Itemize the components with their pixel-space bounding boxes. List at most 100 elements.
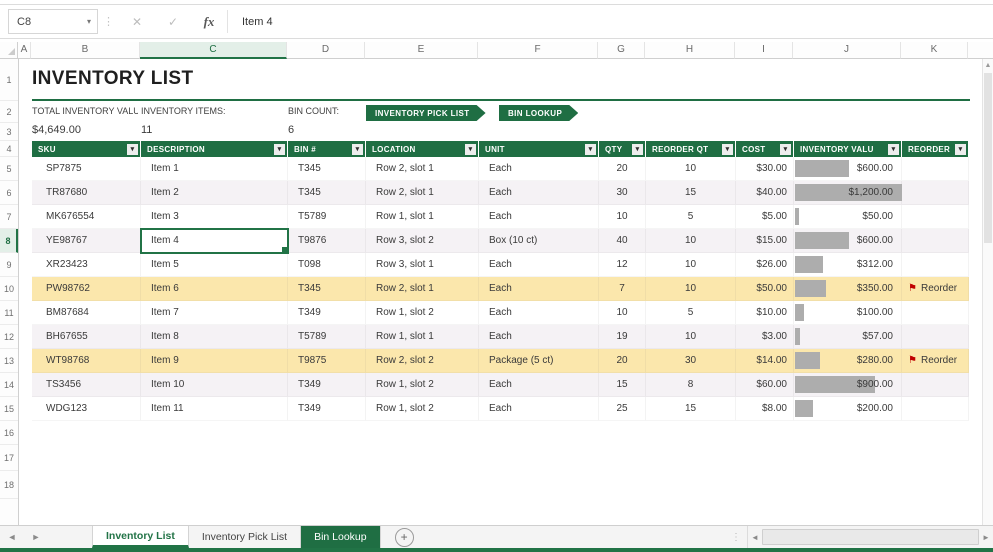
cell-reorder[interactable]	[902, 253, 969, 277]
sheet-tab-inventory-list[interactable]: Inventory List	[92, 526, 189, 548]
cell-qty[interactable]: 15	[599, 373, 646, 397]
cell-loc[interactable]: Row 2, slot 1	[366, 157, 479, 181]
cell-cost[interactable]: $3.00	[736, 325, 794, 349]
bin-count-label[interactable]: BIN COUNT:	[288, 106, 339, 116]
filter-dropdown-icon[interactable]: ▾	[465, 144, 476, 155]
cell-sku[interactable]: PW98762	[32, 277, 141, 301]
cell-value[interactable]: $200.00	[794, 397, 902, 421]
filter-dropdown-icon[interactable]: ▾	[722, 144, 733, 155]
cell-qty[interactable]: 10	[599, 205, 646, 229]
name-box-dropdown-icon[interactable]: ▾	[81, 17, 97, 26]
cell-value[interactable]: $900.00	[794, 373, 902, 397]
tab-scroll-right-icon[interactable]: ►	[24, 526, 48, 548]
column-header-bin-[interactable]: BIN #▾	[288, 141, 366, 157]
cell-cost[interactable]: $15.00	[736, 229, 794, 253]
cell-reorder[interactable]	[902, 181, 969, 205]
cell-loc[interactable]: Row 2, slot 2	[366, 349, 479, 373]
column-header-unit[interactable]: UNIT▾	[479, 141, 599, 157]
cell-reorder_qty[interactable]: 15	[646, 181, 736, 205]
horizontal-scrollbar[interactable]: ◄ ►	[747, 526, 993, 548]
cell-cost[interactable]: $8.00	[736, 397, 794, 421]
cell-reorder_qty[interactable]: 10	[646, 325, 736, 349]
column-header-J[interactable]: J	[793, 42, 901, 59]
cell-unit[interactable]: Each	[479, 205, 599, 229]
sheet-tab-bin-lookup[interactable]: Bin Lookup	[301, 526, 381, 548]
cell-bin[interactable]: T5789	[288, 205, 366, 229]
cell-reorder[interactable]	[902, 301, 969, 325]
row-header-15[interactable]: 15	[0, 397, 18, 421]
cell-reorder[interactable]	[902, 229, 969, 253]
name-box[interactable]: C8 ▾	[8, 9, 98, 34]
cell-reorder_qty[interactable]: 10	[646, 277, 736, 301]
cell-value[interactable]: $1,200.00	[794, 181, 902, 205]
cell-reorder[interactable]	[902, 157, 969, 181]
cell-value[interactable]: $280.00	[794, 349, 902, 373]
cell-loc[interactable]: Row 1, slot 2	[366, 397, 479, 421]
column-header-D[interactable]: D	[287, 42, 365, 59]
vertical-scrollbar-thumb[interactable]	[984, 73, 992, 243]
bin-count-value[interactable]: 6	[288, 124, 294, 136]
row-header-2[interactable]: 2	[0, 101, 18, 123]
scroll-right-icon[interactable]: ►	[979, 533, 993, 542]
cell-value[interactable]: $57.00	[794, 325, 902, 349]
enter-icon[interactable]: ✓	[155, 15, 191, 29]
cell-unit[interactable]: Each	[479, 181, 599, 205]
filter-dropdown-icon[interactable]: ▾	[888, 144, 899, 155]
cell-value[interactable]: $600.00	[794, 229, 902, 253]
column-header-E[interactable]: E	[365, 42, 478, 59]
cell-qty[interactable]: 19	[599, 325, 646, 349]
row-header-10[interactable]: 10	[0, 277, 18, 301]
select-all-corner[interactable]	[0, 42, 18, 59]
cell-value[interactable]: $312.00	[794, 253, 902, 277]
cell-cost[interactable]: $50.00	[736, 277, 794, 301]
selection-fill-handle[interactable]	[281, 246, 288, 253]
row-header-11[interactable]: 11	[0, 301, 18, 325]
cell-qty[interactable]: 30	[599, 181, 646, 205]
column-header-B[interactable]: B	[31, 42, 140, 59]
sheet-tab-inventory-pick-list[interactable]: Inventory Pick List	[189, 526, 301, 548]
filter-dropdown-icon[interactable]: ▾	[780, 144, 791, 155]
row-header-4[interactable]: 4	[0, 141, 18, 157]
cell-sku[interactable]: WDG123	[32, 397, 141, 421]
cell-qty[interactable]: 20	[599, 349, 646, 373]
cell-value[interactable]: $600.00	[794, 157, 902, 181]
row-header-1[interactable]: 1	[0, 59, 18, 101]
scroll-up-icon[interactable]: ▲	[983, 59, 993, 72]
column-header-qty[interactable]: QTY▾	[599, 141, 646, 157]
row-header-12[interactable]: 12	[0, 325, 18, 349]
cell-loc[interactable]: Row 3, slot 1	[366, 253, 479, 277]
column-header-description[interactable]: DESCRIPTION▾	[141, 141, 288, 157]
cell-desc[interactable]: Item 1	[141, 157, 288, 181]
cell-qty[interactable]: 7	[599, 277, 646, 301]
cell-sku[interactable]: XR23423	[32, 253, 141, 277]
cell-loc[interactable]: Row 3, slot 2	[366, 229, 479, 253]
cell-bin[interactable]: T5789	[288, 325, 366, 349]
cell-reorder_qty[interactable]: 5	[646, 301, 736, 325]
cell-desc[interactable]: Item 10	[141, 373, 288, 397]
vertical-scrollbar[interactable]: ▲	[982, 59, 993, 526]
cell-cost[interactable]: $14.00	[736, 349, 794, 373]
cell-loc[interactable]: Row 2, slot 1	[366, 181, 479, 205]
cell-reorder_qty[interactable]: 5	[646, 205, 736, 229]
inventory-items-label[interactable]: INVENTORY ITEMS:	[141, 106, 226, 116]
cell-unit[interactable]: Package (5 ct)	[479, 349, 599, 373]
cell-unit[interactable]: Each	[479, 301, 599, 325]
cell-cost[interactable]: $5.00	[736, 205, 794, 229]
row-header-18[interactable]: 18	[0, 471, 18, 499]
cell-sku[interactable]: TS3456	[32, 373, 141, 397]
bin-lookup-button[interactable]: BIN LOOKUP	[499, 105, 578, 121]
cell-reorder_qty[interactable]: 8	[646, 373, 736, 397]
cell-value[interactable]: $50.00	[794, 205, 902, 229]
cell-unit[interactable]: Each	[479, 397, 599, 421]
row-header-7[interactable]: 7	[0, 205, 18, 229]
new-sheet-button[interactable]: +	[395, 528, 414, 547]
cell-sku[interactable]: BH67655	[32, 325, 141, 349]
column-header-reorder[interactable]: REORDER▾	[902, 141, 969, 157]
column-header-C[interactable]: C	[140, 42, 287, 59]
cell-desc[interactable]: Item 8	[141, 325, 288, 349]
column-header-inventory-valu[interactable]: INVENTORY VALU▾	[794, 141, 902, 157]
cell-qty[interactable]: 12	[599, 253, 646, 277]
cell-desc[interactable]: Item 2	[141, 181, 288, 205]
column-header-H[interactable]: H	[645, 42, 735, 59]
row-header-6[interactable]: 6	[0, 181, 18, 205]
